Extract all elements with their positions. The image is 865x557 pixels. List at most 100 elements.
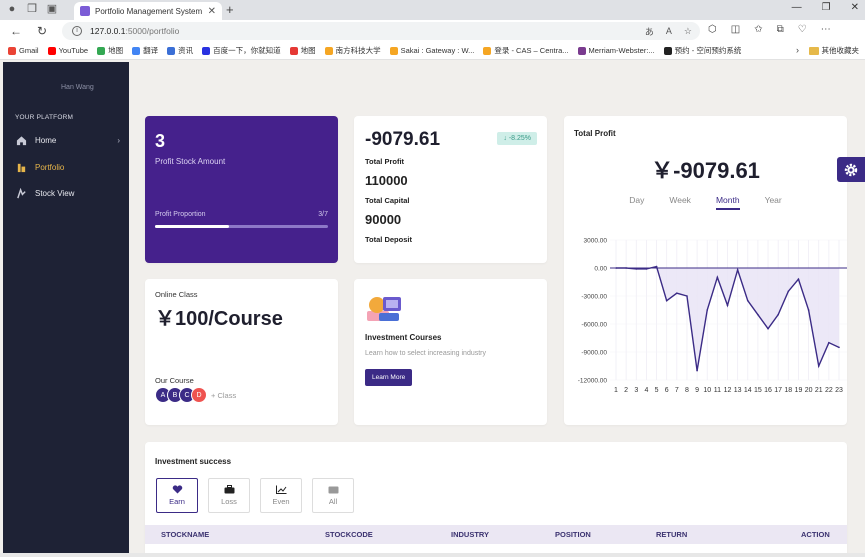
col-action[interactable]: ACTION [801, 530, 830, 539]
course-avatars: A B C D + Class [155, 387, 236, 403]
learn-more-button[interactable]: Learn More [365, 369, 413, 386]
bookmark-item[interactable]: 地图 [289, 45, 316, 56]
bookmark-item[interactable]: 百度一下，你就知道 [202, 45, 281, 56]
total-deposit-value: 90000 [365, 212, 402, 227]
bookmark-favicon-icon [47, 46, 56, 55]
data-point [716, 276, 719, 279]
extensions-icon[interactable]: ⬡ [708, 24, 717, 35]
bookmark-favicon-icon [289, 46, 298, 55]
bookmark-item[interactable]: 资讯 [167, 45, 193, 56]
minimize-icon[interactable]: — [792, 2, 802, 13]
folder-all-icon [328, 486, 338, 494]
filter-earn-button[interactable]: Earn [156, 478, 198, 513]
bookmark-item[interactable]: 登录 - CAS – Centra... [483, 45, 569, 56]
x-tick-label: 11 [714, 387, 721, 394]
sidebar: Han Wang YOUR PLATFORM Home › Portfolio … [3, 62, 129, 557]
investment-courses-card: Investment Courses Learn how to select i… [354, 279, 547, 425]
window-icons: ● ❒ ▣ [6, 3, 58, 15]
sidebar-item-label: Home [35, 136, 57, 145]
col-industry[interactable]: INDUSTRY [451, 530, 489, 539]
settings-button[interactable] [837, 157, 865, 182]
favorite-star-icon[interactable]: ☆ [684, 26, 692, 37]
data-point [706, 309, 709, 311]
data-point [838, 346, 840, 349]
tab-actions-icon[interactable]: ▣ [46, 3, 58, 15]
sidebar-item-home[interactable]: Home › [16, 135, 120, 146]
y-tick-label: 0.00 [594, 266, 607, 273]
bookmark-item[interactable]: Sakai : Gateway : W... [389, 46, 474, 55]
filter-label: All [328, 497, 338, 506]
bookmark-item[interactable]: 翻译 [132, 45, 158, 56]
col-return[interactable]: RETURN [656, 530, 687, 539]
profit-proportion-value: 3/7 [318, 211, 328, 218]
chevron-right-icon: › [117, 136, 120, 145]
investment-success-card: Investment success Earn Loss Even All ST… [145, 442, 847, 557]
filter-loss-button[interactable]: Loss [208, 478, 250, 513]
sidebar-item-stock-view[interactable]: Stock View [16, 188, 120, 199]
sidebar-item-portfolio[interactable]: Portfolio [16, 162, 120, 173]
bookmark-label: 其他收藏夹 [821, 46, 860, 55]
filter-even-button[interactable]: Even [260, 478, 302, 513]
tab-close-icon[interactable]: ✕ [208, 6, 216, 17]
tab-year[interactable]: Year [765, 195, 782, 210]
col-stockcode[interactable]: STOCKCODE [325, 530, 373, 539]
site-info-icon[interactable]: i [72, 26, 82, 36]
other-bookmarks-folder[interactable]: 其他收藏夹 [808, 45, 860, 56]
bookmark-favicon-icon [483, 46, 492, 55]
reload-icon[interactable]: ↻ [37, 24, 47, 38]
investment-courses-description: Learn how to select increasing industry [365, 350, 487, 357]
bookmark-item[interactable]: Merriam-Webster:... [577, 46, 655, 55]
x-tick-label: 10 [703, 387, 711, 394]
investment-illustration-icon [367, 297, 401, 321]
browser-essentials-icon[interactable]: ♡ [798, 24, 807, 35]
table-header: STOCKNAME STOCKCODE INDUSTRY POSITION RE… [145, 525, 847, 544]
trend-chart-icon [275, 485, 286, 494]
bookmark-label: 百度一下，你就知道 [213, 46, 281, 55]
read-aloud-icon[interactable]: A [666, 26, 672, 36]
bookmark-item[interactable]: 预约 - 空间预约系统 [663, 45, 741, 56]
close-window-icon[interactable]: ✕ [851, 2, 859, 13]
tab-month[interactable]: Month [715, 195, 740, 210]
data-point [696, 369, 698, 372]
more-class-link[interactable]: + Class [211, 391, 236, 400]
bookmark-label: YouTube [58, 46, 89, 55]
profit-proportion-label: Profit Proportion [155, 211, 206, 218]
briefcase-icon [224, 485, 234, 494]
bookmark-item[interactable]: 南方科技大学 [324, 45, 381, 56]
horizontal-scrollbar[interactable] [0, 553, 865, 557]
favorites-icon[interactable]: ✩ [754, 24, 762, 35]
bookmark-item[interactable]: 地图 [97, 45, 123, 56]
tab-day[interactable]: Day [629, 195, 644, 210]
translate-icon[interactable]: あ [645, 25, 654, 38]
maximize-icon[interactable]: ❐ [822, 2, 831, 13]
x-tick-label: 3 [634, 387, 638, 394]
url-input[interactable]: i 127.0.0.1:5000/portfolio あ A ☆ [62, 22, 700, 40]
chart-big-value: ￥-9079.61 [651, 158, 760, 183]
browser-tab-active[interactable]: Portfolio Management System ✕ [74, 2, 222, 20]
x-tick-label: 9 [695, 387, 699, 394]
bookmark-item[interactable]: YouTube [47, 46, 89, 55]
more-menu-icon[interactable]: ⋯ [821, 24, 831, 35]
data-point [777, 313, 779, 316]
bookmark-item[interactable]: Gmail [8, 46, 39, 55]
bookmarks-overflow-icon[interactable]: › [796, 45, 799, 55]
profile-icon[interactable]: ● [6, 3, 18, 15]
investment-success-title: Investment success [155, 457, 232, 466]
tab-week[interactable]: Week [669, 195, 691, 210]
avatar[interactable]: D [191, 387, 207, 403]
new-tab-icon[interactable]: + [226, 2, 234, 17]
collections-icon[interactable]: ⧉ [777, 24, 784, 35]
split-screen-icon[interactable]: ◫ [731, 24, 740, 35]
filter-all-button[interactable]: All [312, 478, 354, 513]
workspaces-icon[interactable]: ❒ [26, 3, 38, 15]
url-host: 127.0.0.1 [90, 26, 126, 36]
col-stockname[interactable]: STOCKNAME [161, 530, 209, 539]
x-tick-label: 2 [624, 387, 628, 394]
col-position[interactable]: POSITION [555, 530, 591, 539]
back-icon[interactable]: ← [10, 24, 22, 38]
filter-label: Loss [221, 497, 237, 506]
data-point [787, 290, 790, 293]
change-badge: ↓ -8.25% [497, 132, 537, 145]
data-point [746, 299, 749, 302]
bookmark-label: 资讯 [178, 46, 194, 55]
